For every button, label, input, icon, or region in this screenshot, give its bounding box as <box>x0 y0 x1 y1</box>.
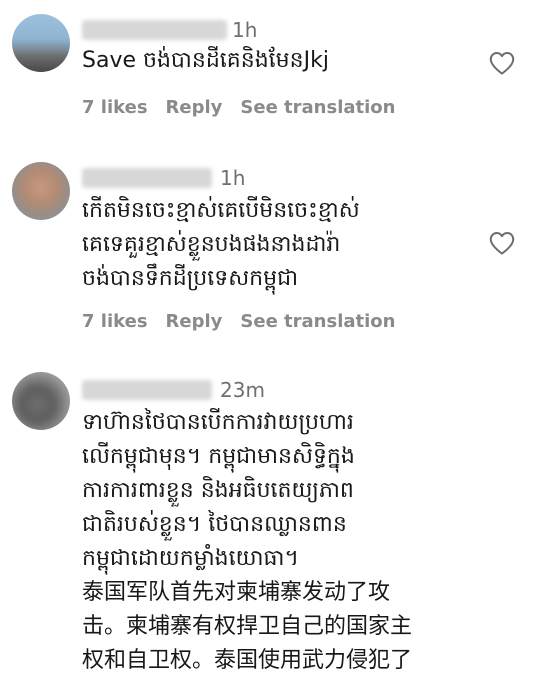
username-blurred[interactable] <box>82 380 212 400</box>
comment-text: Save ចង់បានដីគេនិងមែនJkj <box>82 48 329 73</box>
avatar[interactable] <box>12 14 70 72</box>
comment-time: 1h <box>232 18 258 42</box>
comment-text: កើតមិនចេះខ្មាស់គេបើមិនចេះខ្មាស់ គេទេគួរខ… <box>82 198 360 291</box>
likes-count[interactable]: 7 likes <box>82 311 148 333</box>
avatar[interactable] <box>12 372 70 430</box>
comment-actions: 7 likes Reply See translation <box>82 311 395 333</box>
comment-actions: 7 likes Reply See translation <box>82 97 395 119</box>
heart-outline-icon[interactable] <box>486 228 518 258</box>
reply-button[interactable]: Reply <box>166 311 223 333</box>
username-blurred[interactable] <box>82 20 227 40</box>
comment-time: 1h <box>220 166 246 190</box>
avatar[interactable] <box>12 162 70 220</box>
username-blurred[interactable] <box>82 168 212 188</box>
reply-button[interactable]: Reply <box>166 97 223 119</box>
see-translation-button[interactable]: See translation <box>240 97 395 119</box>
comment-time: 23m <box>220 378 265 402</box>
heart-outline-icon[interactable] <box>486 48 518 78</box>
likes-count[interactable]: 7 likes <box>82 97 148 119</box>
comment-text: ទាហ៊ានថៃបានបើកការវាយប្រហារ លើកម្ពុជាមុន។… <box>82 410 413 673</box>
see-translation-button[interactable]: See translation <box>240 311 395 333</box>
